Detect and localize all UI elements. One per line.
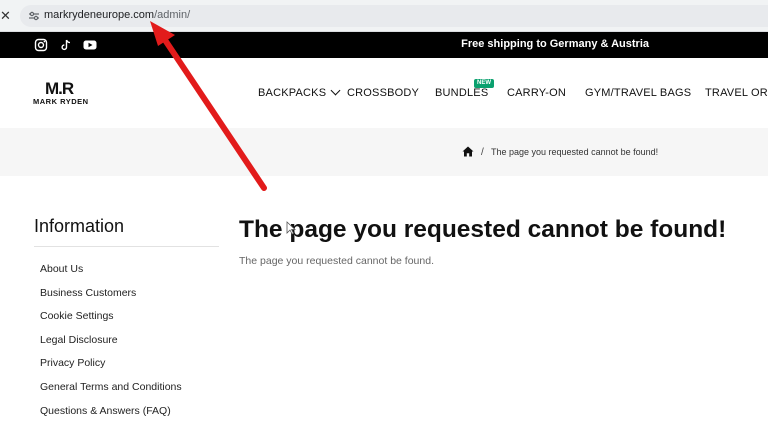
instagram-icon[interactable]	[34, 38, 48, 52]
close-icon[interactable]: ✕	[0, 9, 11, 22]
breadcrumb-separator: /	[481, 147, 484, 158]
nav-crossbody[interactable]: CROSSBODY	[347, 87, 419, 99]
breadcrumb-current: The page you requested cannot be found!	[491, 147, 659, 157]
nav-gym-travel-bags[interactable]: GYM/TRAVEL BAGS	[585, 87, 691, 99]
youtube-icon[interactable]	[83, 38, 97, 52]
announcement-bar: Free shipping to Germany & Austria	[0, 32, 768, 58]
tiktok-icon[interactable]	[59, 38, 73, 52]
sidebar-link-terms[interactable]: General Terms and Conditions	[40, 381, 182, 393]
sidebar-title: Information	[34, 216, 125, 236]
sidebar-link-business-customers[interactable]: Business Customers	[40, 287, 136, 299]
nav-backpacks[interactable]: BACKPACKS	[258, 85, 341, 99]
svg-text:MARK RYDEN: MARK RYDEN	[33, 97, 89, 106]
sidebar-link-cookie-settings[interactable]: Cookie Settings	[40, 310, 114, 322]
breadcrumb: / The page you requested cannot be found…	[0, 128, 768, 176]
nav-backpacks-label: BACKPACKS	[258, 87, 327, 99]
url-text: markrydeneurope.com/admin/	[44, 9, 190, 21]
nav-carry-on[interactable]: CARRY-ON	[507, 87, 566, 99]
page-title: The page you requested cannot be found!	[239, 216, 727, 243]
url-path: /admin/	[154, 9, 191, 21]
error-message: The page you requested cannot be found.	[239, 255, 434, 267]
url-field[interactable]: markrydeneurope.com/admin/	[20, 5, 768, 27]
svg-text:M.R: M.R	[45, 79, 74, 98]
mouse-cursor-icon	[286, 221, 296, 235]
sidebar-divider	[34, 246, 219, 247]
shipping-notice: Free shipping to Germany & Austria	[461, 38, 649, 50]
sidebar-link-faq[interactable]: Questions & Answers (FAQ)	[40, 405, 171, 417]
url-domain: markrydeneurope.com	[44, 9, 155, 21]
site-header: M.R MARK RYDEN BACKPACKS CROSSBODY NEW B…	[0, 58, 768, 128]
site-settings-icon[interactable]	[28, 11, 40, 21]
home-icon[interactable]	[462, 146, 474, 157]
sidebar-link-about-us[interactable]: About Us	[40, 263, 83, 275]
nav-travel-organizers[interactable]: TRAVEL ORGA	[705, 87, 768, 99]
chevron-down-icon	[330, 85, 341, 96]
brand-logo[interactable]: M.R MARK RYDEN	[33, 78, 103, 108]
browser-address-bar: ✕ markrydeneurope.com/admin/	[0, 0, 768, 32]
sidebar-link-privacy-policy[interactable]: Privacy Policy	[40, 357, 105, 369]
nav-bundles[interactable]: BUNDLES	[435, 87, 488, 99]
sidebar-link-legal-disclosure[interactable]: Legal Disclosure	[40, 334, 118, 346]
